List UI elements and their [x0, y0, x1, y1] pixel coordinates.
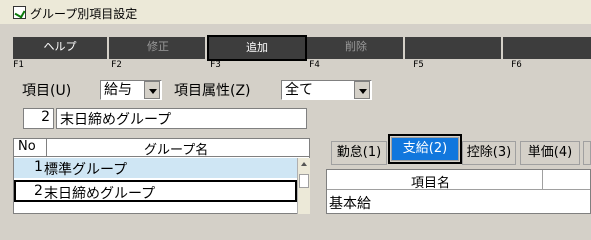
delete-button[interactable]: 削除 — [309, 37, 405, 59]
tab-attendance[interactable]: 勤怠(1) — [331, 141, 387, 165]
column-divider — [46, 139, 47, 157]
item-grid-header: 項目名 — [327, 170, 590, 191]
scrollbar[interactable] — [297, 158, 310, 214]
group-number-field: 2 — [23, 108, 54, 129]
f2-key-label: F2 — [111, 60, 122, 70]
item-select[interactable]: 給与 — [100, 80, 162, 100]
attribute-select-value: 全て — [285, 82, 313, 98]
col-name-header: グループ名 — [144, 143, 209, 158]
column-divider — [542, 170, 543, 190]
edit-button[interactable]: 修正 — [111, 37, 207, 59]
help-button[interactable]: ヘルプ — [13, 37, 109, 59]
row-no: 2 — [34, 183, 43, 199]
f5-key-label: F5 — [413, 60, 424, 70]
f5-button[interactable] — [407, 37, 503, 59]
window-title: グループ別項目設定 — [30, 7, 138, 21]
table-row[interactable]: 基本給 — [329, 193, 529, 213]
scroll-thumb[interactable] — [299, 174, 309, 188]
f6-button[interactable] — [505, 37, 591, 59]
col-no-header: No — [18, 139, 36, 154]
f4-key-label: F4 — [309, 60, 320, 70]
list-item[interactable]: 1 標準グループ — [14, 158, 297, 178]
group-list: No グループ名 1 標準グループ 2 末日締めグループ — [13, 138, 310, 214]
item-name-cell: 基本給 — [329, 196, 371, 212]
chevron-down-icon[interactable] — [354, 81, 370, 99]
row-name: 標準グループ — [44, 162, 128, 178]
item-label: 項目(U) — [22, 83, 72, 99]
attribute-select[interactable]: 全て — [281, 80, 372, 100]
f1-key-label: F1 — [13, 60, 24, 70]
tab-payment[interactable]: 支給(2) — [388, 134, 462, 164]
group-list-header: No グループ名 — [14, 139, 309, 158]
tab-deduction[interactable]: 控除(3) — [462, 141, 516, 165]
f6-key-label: F6 — [511, 60, 522, 70]
tab-overflow — [583, 141, 591, 165]
chevron-down-icon[interactable] — [144, 81, 160, 99]
row-name: 末日締めグループ — [44, 186, 156, 202]
item-select-value: 給与 — [104, 82, 132, 98]
app-icon — [13, 6, 26, 19]
attribute-label: 項目属性(Z) — [174, 83, 251, 99]
title-bar: グループ別項目設定 — [0, 0, 591, 24]
row-no: 1 — [34, 159, 43, 175]
f3-key-label: F3 — [210, 60, 221, 70]
list-item[interactable]: 2 末日締めグループ — [14, 180, 297, 202]
scroll-up-icon[interactable] — [301, 162, 307, 166]
item-grid: 項目名 基本給 — [326, 169, 591, 214]
add-button[interactable]: 追加 — [207, 35, 307, 61]
group-name-field: 末日締めグループ — [56, 108, 307, 129]
tab-unit-price[interactable]: 単価(4) — [520, 141, 580, 165]
col-item-name-header: 項目名 — [411, 176, 451, 191]
